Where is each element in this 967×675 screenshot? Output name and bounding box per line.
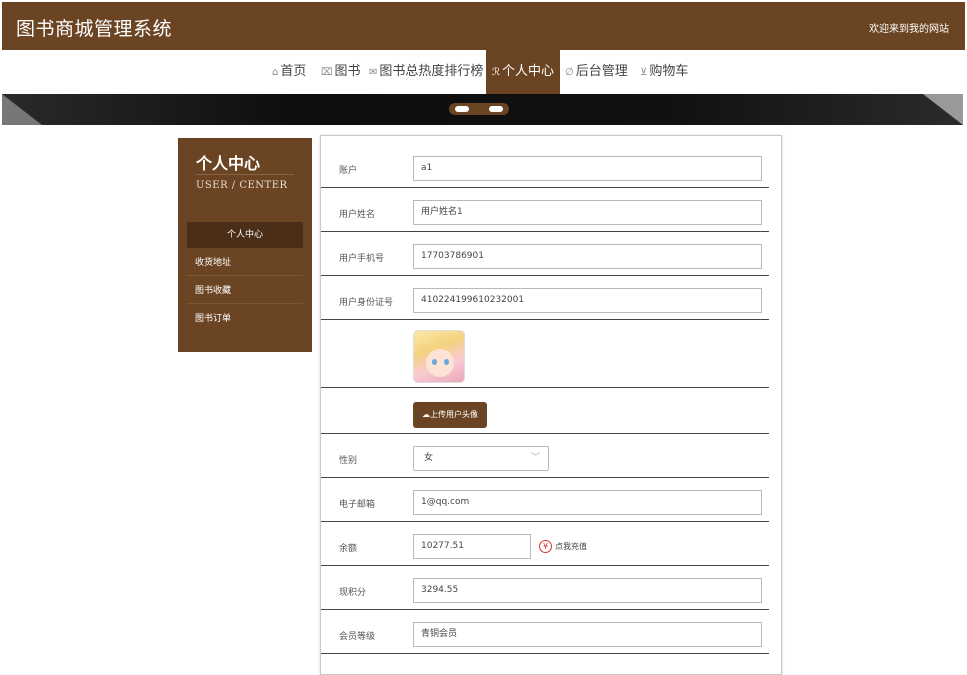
balance-input[interactable]: 10277.51 <box>413 534 531 559</box>
sidebar-subtitle: USER / CENTER <box>196 180 288 191</box>
form-row-email: 电子邮箱 1@qq.com <box>321 478 769 522</box>
name-input[interactable]: 用户姓名1 <box>413 200 762 225</box>
carousel-dot[interactable] <box>489 106 503 112</box>
form-row-account: 账户 a1 <box>321 136 769 188</box>
account-input[interactable]: a1 <box>413 156 762 181</box>
banner-decoration <box>923 94 963 125</box>
chevron-down-icon: ﹀ <box>530 453 540 463</box>
form-row-idcard: 用户身份证号 410224199610232001 <box>321 276 769 320</box>
phone-input[interactable]: 17703786901 <box>413 244 762 269</box>
nav-user-center[interactable]: ℛ 个人中心 <box>486 50 560 94</box>
home-icon: ⌂ <box>272 67 279 78</box>
carousel-indicators <box>449 103 509 115</box>
level-input[interactable]: 青铜会员 <box>413 622 762 647</box>
sidebar-item-address[interactable]: 收货地址 <box>187 250 303 276</box>
yen-icon: ¥ <box>539 540 552 553</box>
form-row-gender: 性别 女 ﹀ <box>321 434 769 478</box>
form-row-upload: ☁上传用户头像 <box>321 388 769 434</box>
points-label: 现积分 <box>339 588 367 598</box>
phone-label: 用户手机号 <box>339 254 385 264</box>
avatar-eye <box>444 359 449 365</box>
sidebar-item-favorites[interactable]: 图书收藏 <box>187 278 303 304</box>
nav-cart[interactable]: ⊻ 购物车 <box>640 50 688 94</box>
gender-select[interactable]: 女 ﹀ <box>413 446 549 471</box>
sidebar-title: 个人中心 <box>196 154 261 173</box>
form-row-balance: 余额 10277.51 ¥ 点我充值 <box>321 522 769 566</box>
avatar <box>413 330 465 383</box>
form-row-level: 会员等级 青铜会员 <box>321 610 769 654</box>
nav-books[interactable]: ⌧ 图书 <box>321 50 361 94</box>
upload-avatar-button[interactable]: ☁上传用户头像 <box>413 402 487 428</box>
account-label: 账户 <box>339 166 358 176</box>
sidebar-item-user-center[interactable]: 个人中心 <box>187 222 303 248</box>
site-title: 图书商城管理系统 <box>16 18 173 40</box>
carousel-dot[interactable] <box>455 106 469 112</box>
nav-ranking[interactable]: ✉ 图书总热度排行榜 <box>369 50 483 94</box>
profile-form-panel: 账户 a1 用户姓名 用户姓名1 用户手机号 17703786901 用户身份证… <box>320 135 782 675</box>
idcard-label: 用户身份证号 <box>339 298 394 308</box>
points-input[interactable]: 3294.55 <box>413 578 762 603</box>
email-label: 电子邮箱 <box>339 500 376 510</box>
recharge-link[interactable]: ¥ 点我充值 <box>539 540 587 553</box>
form-row-name: 用户姓名 用户姓名1 <box>321 188 769 232</box>
nav-admin[interactable]: ∅ 后台管理 <box>565 50 628 94</box>
nav-home[interactable]: ⌂ 首页 <box>272 50 306 94</box>
welcome-text: 欢迎来到我的网站 <box>869 24 949 35</box>
sidebar-divider <box>196 174 294 175</box>
user-center-sidebar: 个人中心 USER / CENTER 个人中心 收货地址 图书收藏 图书订单 <box>178 138 312 352</box>
cart-icon: ⊻ <box>640 67 648 78</box>
upload-cloud-icon: ☁ <box>422 410 430 419</box>
gender-label: 性别 <box>339 456 358 466</box>
balance-label: 余额 <box>339 544 358 554</box>
form-row-points: 现积分 3294.55 <box>321 566 769 610</box>
avatar-eye <box>432 359 437 365</box>
main-nav: ⌂ 首页 ⌧ 图书 ✉ 图书总热度排行榜 ℛ 个人中心 ∅ 后台管理 ⊻ 购物车 <box>0 50 967 94</box>
form-row-phone: 用户手机号 17703786901 <box>321 232 769 276</box>
form-row-avatar <box>321 320 769 388</box>
name-label: 用户姓名 <box>339 210 376 220</box>
level-label: 会员等级 <box>339 632 376 642</box>
top-header-bar: 图书商城管理系统 欢迎来到我的网站 <box>2 2 965 50</box>
email-input[interactable]: 1@qq.com <box>413 490 762 515</box>
idcard-input[interactable]: 410224199610232001 <box>413 288 762 313</box>
banner-decoration <box>2 94 42 125</box>
avatar-face <box>426 349 454 377</box>
link-icon: ∅ <box>565 67 574 78</box>
sidebar-item-orders[interactable]: 图书订单 <box>187 306 303 332</box>
carousel-dot[interactable] <box>472 106 486 112</box>
book-icon: ⌧ <box>321 67 333 78</box>
user-icon: ℛ <box>492 67 500 78</box>
list-icon: ✉ <box>369 67 378 78</box>
